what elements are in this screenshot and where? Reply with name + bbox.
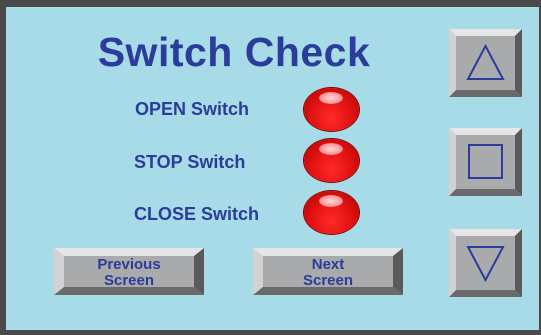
up-button[interactable] xyxy=(449,29,522,97)
open-switch-label: OPEN Switch xyxy=(135,99,250,119)
lamp-highlight xyxy=(319,143,343,155)
next-button-label-2: Screen xyxy=(302,272,354,289)
previous-screen-button[interactable]: Previous Screen xyxy=(54,248,204,295)
button-bevel xyxy=(449,229,522,297)
open-switch-indicator xyxy=(304,88,359,131)
previous-button-label-2: Screen xyxy=(103,272,155,289)
stop-switch-label: STOP Switch xyxy=(134,152,246,172)
hmi-screen: Switch Check OPEN Switch STOP Switch CLO… xyxy=(6,7,539,330)
previous-button-label-1: Previous xyxy=(97,256,161,273)
panel-frame: Switch Check OPEN Switch STOP Switch CLO… xyxy=(0,0,541,335)
close-switch-indicator xyxy=(304,191,359,234)
stop-button[interactable] xyxy=(449,128,522,196)
page-title: Switch Check xyxy=(97,29,371,75)
lamp-highlight xyxy=(319,195,343,207)
lamp-highlight xyxy=(319,92,343,104)
next-button-label-1: Next xyxy=(311,256,345,273)
next-screen-button[interactable]: Next Screen xyxy=(253,248,403,295)
button-bevel xyxy=(449,29,522,97)
stop-switch-indicator xyxy=(304,139,359,182)
close-switch-label: CLOSE Switch xyxy=(134,204,260,224)
down-button[interactable] xyxy=(449,229,522,297)
button-bevel xyxy=(449,128,522,196)
